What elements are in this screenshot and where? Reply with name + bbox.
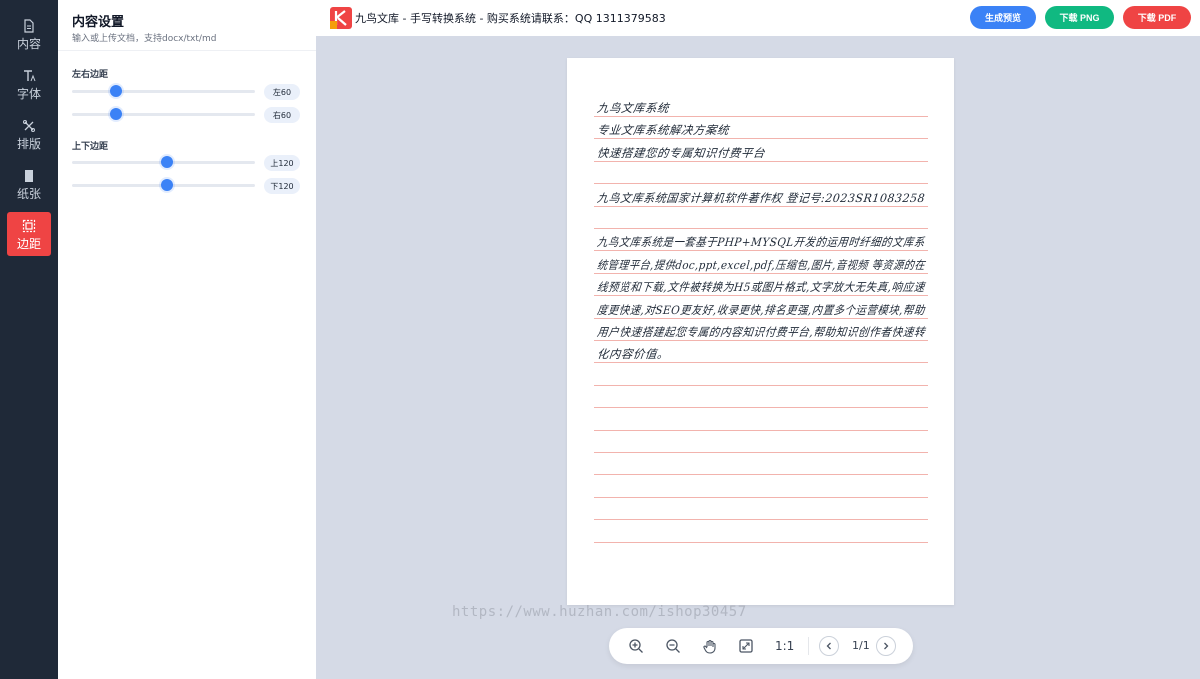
margin-icon	[21, 218, 37, 234]
sidebar-nav: 内容 字体 排版 纸张 边距	[0, 0, 58, 679]
zoom-out-icon[interactable]	[663, 636, 683, 656]
ruled-line	[594, 384, 928, 386]
paper-preview: 九鸟文库系统专业文库系统解决方案统快速搭建您的专属知识付费平台九鸟文库系统国家计…	[567, 58, 954, 605]
ruled-line	[594, 138, 928, 140]
chevron-left-icon	[826, 642, 831, 650]
top-bar: 九鸟文库 - 手写转换系统 - 购买系统请联系：QQ 1311379583 生成…	[316, 0, 1200, 36]
ruled-line	[594, 452, 928, 453]
ruled-line	[594, 429, 928, 431]
ruled-line	[594, 295, 928, 297]
top-margin-value: 上120	[264, 155, 300, 171]
ruled-line	[594, 407, 928, 409]
handwritten-line: 九鸟文库系统	[596, 101, 670, 115]
handwritten-line: 专业文库系统解决方案统	[596, 123, 730, 138]
nav-item-label: 字体	[16, 86, 41, 101]
handwritten-line: 九鸟文库系统国家计算机软件著作权 登记号:2023SR1083258	[596, 190, 926, 205]
bottom-margin-slider[interactable]	[72, 178, 255, 192]
slider-thumb[interactable]	[109, 85, 122, 97]
zoom-toolbar: 1:1 1/1	[609, 628, 913, 664]
ruled-line	[594, 362, 928, 364]
zoom-in-icon[interactable]	[626, 636, 646, 656]
left-margin-slider[interactable]	[72, 84, 255, 98]
ruled-line	[594, 228, 928, 229]
slider-thumb[interactable]	[161, 179, 174, 191]
top-margin-slider[interactable]	[72, 155, 255, 169]
nav-item-label: 边距	[16, 236, 41, 251]
right-margin-value: 右60	[264, 107, 300, 123]
left-margin-value: 左60	[264, 84, 300, 100]
handwritten-line: 快速搭建您的专属知识付费平台	[596, 145, 766, 160]
slider-thumb[interactable]	[161, 156, 174, 168]
nav-item-margin[interactable]: 边距	[7, 212, 51, 256]
handwritten-line: 用户快速搭建起您专属的内容知识付费平台,帮助知识创作者快速转	[596, 325, 926, 339]
handwritten-line: 度更快速,对SEO更友好,收录更快,排名更强,内置多个运营模块,帮助	[596, 302, 926, 317]
handwritten-line: 九鸟文库系统是一套基于PHP+MYSQL开发的运用时纤细的文库系	[596, 235, 926, 250]
slider-track[interactable]	[72, 113, 255, 116]
ruled-line	[594, 340, 928, 341]
settings-panel: 内容设置 输入或上传文档，支持docx/txt/md 左右边距 左60 右60 …	[58, 0, 316, 679]
next-page-button[interactable]	[876, 636, 896, 656]
panel-title: 内容设置	[72, 15, 125, 30]
nav-item-label: 排版	[16, 136, 41, 151]
app-title: 九鸟文库 - 手写转换系统 - 购买系统请联系：QQ 1311379583	[355, 12, 666, 25]
handwritten-line: 统管理平台,提供doc,ppt,excel,pdf,压缩包,图片,音视频 等资源…	[596, 257, 926, 272]
nav-item-font[interactable]: 字体	[0, 62, 58, 106]
handwritten-line: 化内容价值。	[596, 347, 670, 362]
divider	[58, 50, 316, 51]
ruled-line	[594, 541, 928, 543]
download-png-button[interactable]: 下载 PNG	[1045, 6, 1114, 29]
nav-item-paper[interactable]: 纸张	[0, 162, 58, 206]
fit-screen-icon[interactable]	[736, 636, 756, 656]
ruled-line	[594, 116, 928, 117]
handwritten-line: 线预览和下载,文件被转换为H5或图片格式,文字放大无失真,响应速	[596, 280, 926, 295]
ruled-line	[594, 496, 928, 498]
nav-item-content[interactable]: 内容	[0, 12, 58, 56]
paper-icon	[21, 168, 37, 184]
hand-pan-icon[interactable]	[700, 636, 720, 656]
panel-subtitle: 输入或上传文档，支持docx/txt/md	[72, 34, 217, 44]
ruled-line	[594, 250, 928, 252]
ruled-line	[594, 183, 928, 185]
nav-item-layout[interactable]: 排版	[0, 112, 58, 156]
right-margin-slider[interactable]	[72, 107, 255, 121]
prev-page-button[interactable]	[819, 636, 839, 656]
chevron-right-icon	[884, 642, 889, 650]
ruled-line	[594, 519, 928, 521]
page-indicator: 1/1	[852, 639, 870, 652]
divider	[808, 637, 809, 655]
slider-thumb[interactable]	[109, 108, 122, 120]
generate-preview-button[interactable]: 生成预览	[970, 6, 1036, 29]
layout-icon	[21, 118, 37, 134]
watermark: https://www.huzhan.com/ishop30457	[452, 604, 747, 620]
download-pdf-button[interactable]: 下载 PDF	[1123, 6, 1191, 29]
nav-item-label: 纸张	[16, 186, 41, 201]
font-icon	[21, 68, 37, 84]
slider-track[interactable]	[72, 90, 255, 93]
zoom-ratio[interactable]: 1:1	[775, 639, 794, 653]
tb-margin-label: 上下边距	[72, 142, 109, 152]
document-icon	[21, 18, 37, 34]
lr-margin-label: 左右边距	[72, 70, 109, 80]
logo-icon	[330, 7, 352, 29]
ruled-line	[594, 474, 928, 476]
nav-item-label: 内容	[16, 36, 41, 51]
bottom-margin-value: 下120	[264, 178, 300, 194]
